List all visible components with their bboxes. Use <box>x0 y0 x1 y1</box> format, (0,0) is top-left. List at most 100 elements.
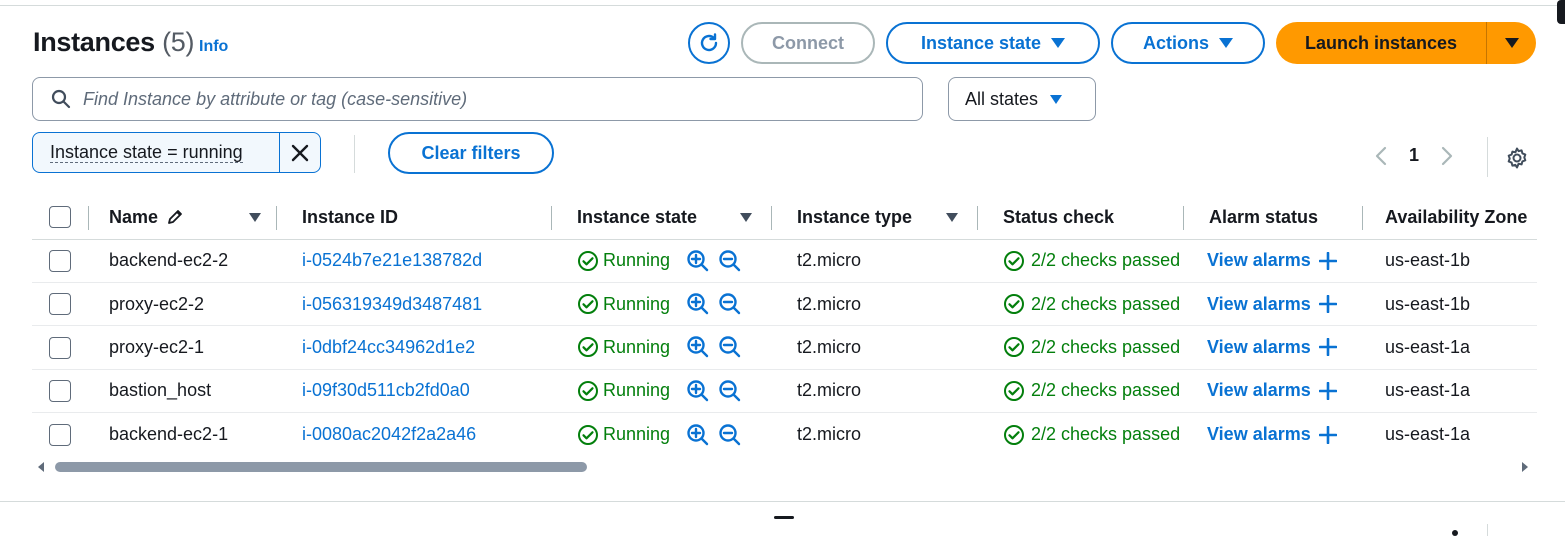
alarm-status-cell: View alarms <box>1184 239 1363 283</box>
info-link[interactable]: Info <box>199 38 228 56</box>
view-alarms-link[interactable]: View alarms <box>1207 424 1311 445</box>
plus-icon[interactable] <box>1318 295 1337 314</box>
instance-id-link[interactable]: i-09f30d511cb2fd0a0 <box>302 380 470 400</box>
instance-id-link[interactable]: i-0080ac2042f2a2a46 <box>302 424 476 444</box>
divider <box>1487 137 1488 177</box>
state-text: Running <box>603 250 671 271</box>
chevron-left-icon[interactable] <box>1375 146 1387 166</box>
states-select[interactable]: All states <box>948 77 1096 121</box>
state-text: Running <box>603 380 671 401</box>
instance-type: t2.micro <box>797 250 862 271</box>
actions-button[interactable]: Actions <box>1111 22 1265 64</box>
instance-id-link[interactable]: i-0524b7e21e138782d <box>302 250 482 270</box>
row-checkbox[interactable] <box>49 249 71 272</box>
caret-down-icon <box>1050 94 1063 104</box>
instance-state-cell: Running <box>552 282 772 327</box>
check-circle-icon <box>1004 337 1024 358</box>
name-cell: backend-ec2-2 <box>89 239 277 283</box>
row-checkbox[interactable] <box>49 379 71 402</box>
view-alarms-link[interactable]: View alarms <box>1207 337 1311 358</box>
availability-zone: us-east-1a <box>1385 380 1471 401</box>
row-checkbox[interactable] <box>49 336 71 359</box>
availability-zone-cell: us-east-1b <box>1363 282 1537 327</box>
plus-icon[interactable] <box>1318 338 1337 357</box>
actions-label: Actions <box>1142 32 1209 53</box>
alarm-status-cell: View alarms <box>1184 325 1363 370</box>
connect-button[interactable]: Connect <box>741 22 875 64</box>
table-row[interactable]: proxy-ec2-1 i-0dbf24cc34962d1e2 Running … <box>32 325 1537 370</box>
zoom-out-icon[interactable] <box>718 249 742 273</box>
search-input[interactable]: Find Instance by attribute or tag (case-… <box>32 77 923 121</box>
scrollbar-thumb[interactable] <box>55 462 587 472</box>
select-all-checkbox[interactable] <box>49 206 71 229</box>
edit-icon <box>168 210 182 225</box>
sort-icon[interactable] <box>946 213 958 222</box>
zoom-out-icon[interactable] <box>718 335 742 359</box>
instance-type-cell: t2.micro <box>772 239 978 283</box>
row-checkbox[interactable] <box>49 293 71 316</box>
sort-icon[interactable] <box>740 213 752 222</box>
scroll-left-arrow[interactable] <box>38 462 44 472</box>
plus-icon[interactable] <box>1318 425 1337 444</box>
status-check-cell: 2/2 checks passed <box>978 325 1184 370</box>
launch-instances-button[interactable]: Launch instances <box>1276 22 1487 64</box>
page-number[interactable]: 1 <box>1409 145 1419 166</box>
instance-name: bastion_host <box>109 380 212 401</box>
header-status-check[interactable]: Status check <box>978 196 1184 240</box>
zoom-in-icon[interactable] <box>686 249 710 273</box>
instance-state-button[interactable]: Instance state <box>886 22 1100 64</box>
zoom-out-icon[interactable] <box>718 423 742 447</box>
refresh-button[interactable] <box>688 22 730 64</box>
instance-state-cell: Running <box>552 413 772 456</box>
panel-icon[interactable] <box>1452 530 1458 536</box>
instance-id-link[interactable]: i-0dbf24cc34962d1e2 <box>302 337 475 357</box>
table-row[interactable]: proxy-ec2-2 i-056319349d3487481 Running … <box>32 282 1537 327</box>
header-select-all <box>32 196 89 240</box>
clear-filters-button[interactable]: Clear filters <box>388 132 554 174</box>
instance-id-link[interactable]: i-056319349d3487481 <box>302 294 482 314</box>
zoom-out-icon[interactable] <box>718 379 742 403</box>
status-check-cell: 2/2 checks passed <box>978 239 1184 283</box>
details-split-panel <box>0 503 1565 536</box>
availability-zone: us-east-1a <box>1385 424 1471 444</box>
header-availability-zone-label: Availability Zone <box>1385 206 1528 227</box>
chevron-right-icon[interactable] <box>1441 146 1453 166</box>
plus-icon[interactable] <box>1318 381 1337 400</box>
view-alarms-link[interactable]: View alarms <box>1207 380 1311 401</box>
filter-token-label[interactable]: Instance state = running <box>33 133 279 172</box>
launch-dropdown-button[interactable] <box>1487 22 1536 64</box>
row-select-cell <box>32 413 89 456</box>
zoom-in-icon[interactable] <box>686 335 710 359</box>
sort-icon[interactable] <box>249 213 261 222</box>
instance-type: t2.micro <box>797 380 862 401</box>
table-row[interactable]: bastion_host i-09f30d511cb2fd0a0 Running… <box>32 369 1537 414</box>
check-circle-icon <box>578 294 598 315</box>
table-row[interactable]: backend-ec2-1 i-0080ac2042f2a2a46 Runnin… <box>32 413 1537 456</box>
header-availability-zone[interactable]: Availability Zone <box>1363 196 1537 240</box>
zoom-out-icon[interactable] <box>718 292 742 316</box>
instance-id-cell: i-0080ac2042f2a2a46 <box>277 413 552 456</box>
corner-icon[interactable] <box>1557 0 1565 24</box>
filter-token-text: Instance state = running <box>50 142 243 163</box>
scroll-right-arrow[interactable] <box>1522 462 1528 472</box>
split-panel-resize-handle[interactable] <box>774 516 794 519</box>
plus-icon[interactable] <box>1318 251 1337 270</box>
zoom-in-icon[interactable] <box>686 292 710 316</box>
row-checkbox[interactable] <box>49 423 71 446</box>
header-instance-state[interactable]: Instance state <box>552 196 772 240</box>
header-instance-id[interactable]: Instance ID <box>277 196 552 240</box>
view-alarms-link[interactable]: View alarms <box>1207 294 1311 315</box>
remove-filter-button[interactable] <box>279 133 320 172</box>
table-row[interactable]: backend-ec2-2 i-0524b7e21e138782d Runnin… <box>32 239 1537 283</box>
zoom-in-icon[interactable] <box>686 379 710 403</box>
gear-icon[interactable] <box>1505 146 1529 170</box>
header-instance-type[interactable]: Instance type <box>772 196 978 240</box>
header-instance-type-label: Instance type <box>797 206 913 227</box>
view-alarms-link[interactable]: View alarms <box>1207 250 1311 271</box>
header-name[interactable]: Name <box>89 196 277 240</box>
zoom-in-icon[interactable] <box>686 423 710 447</box>
header-alarm-status[interactable]: Alarm status <box>1184 196 1363 240</box>
instance-type: t2.micro <box>797 424 862 444</box>
state-text: Running <box>603 424 671 444</box>
pagination: 1 <box>1375 145 1453 166</box>
